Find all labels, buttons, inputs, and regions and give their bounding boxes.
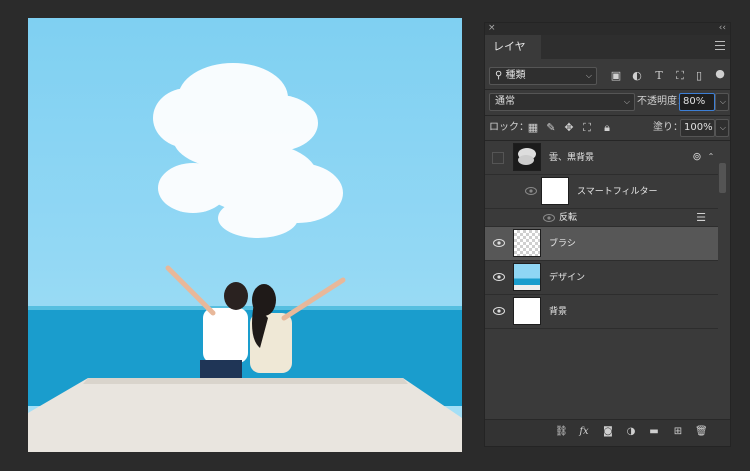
layer-thumbnail bbox=[513, 297, 541, 325]
search-icon: ⚲ bbox=[495, 70, 503, 81]
layer-name: ブラシ bbox=[549, 239, 576, 249]
smart-object-filter-icon[interactable]: ▯ bbox=[693, 70, 705, 82]
layers-bottom-toolbar: ⛓ fx ◙ ◑ ▬ ⊞ 🗑︎ bbox=[485, 419, 730, 446]
folder-icon[interactable]: ▬ bbox=[648, 426, 660, 438]
chevron-up-icon[interactable]: ⌃ bbox=[705, 151, 717, 163]
layer-thumbnail bbox=[513, 143, 541, 171]
eye-icon[interactable] bbox=[493, 272, 505, 282]
chevron-down-icon: ⌵ bbox=[719, 123, 726, 132]
chevron-down-icon: ⌵ bbox=[623, 97, 630, 106]
chevron-down-icon: ⌵ bbox=[585, 71, 592, 80]
lock-transparent-icon[interactable]: ▦ bbox=[527, 122, 539, 134]
adjustment-icon[interactable]: ◑ bbox=[625, 426, 637, 438]
layer-thumbnail bbox=[513, 263, 541, 291]
blend-mode-value: 通常 bbox=[495, 96, 515, 107]
filter-mask-thumbnail bbox=[541, 177, 569, 205]
document-canvas[interactable] bbox=[28, 18, 462, 452]
layer-name: デザイン bbox=[549, 273, 586, 283]
opacity-input[interactable]: 80% bbox=[679, 93, 715, 111]
layer-name: 背景 bbox=[549, 307, 568, 317]
layer-row-cloud[interactable]: 雲、黒背景 ⊚ ⌃ bbox=[485, 141, 718, 175]
type-filter-icon[interactable]: T bbox=[653, 70, 665, 82]
lock-position-icon[interactable]: ✥ bbox=[563, 122, 575, 134]
tab-layers[interactable]: レイヤー bbox=[485, 35, 541, 77]
close-panel-button[interactable]: × bbox=[488, 23, 496, 33]
layers-scrollbar[interactable] bbox=[718, 143, 728, 333]
blend-mode-dropdown[interactable]: 通常 ⌵ bbox=[489, 93, 635, 111]
filter-row: ⚲ 種類 ⌵ ▣ ◐ T ⛶ ▯ ● bbox=[485, 65, 730, 87]
trash-icon[interactable]: 🗑︎ bbox=[695, 426, 708, 438]
opacity-dropdown-button[interactable]: ⌵ bbox=[715, 93, 729, 111]
fill-input[interactable]: 100% bbox=[680, 119, 715, 137]
new-layer-icon[interactable]: ⊞ bbox=[672, 426, 684, 438]
layer-name: 反転 bbox=[559, 213, 578, 223]
lock-brush-icon[interactable]: ✎ bbox=[545, 122, 557, 134]
mask-icon[interactable]: ◙ bbox=[602, 426, 614, 438]
eye-icon[interactable] bbox=[543, 213, 555, 223]
layer-thumbnail bbox=[513, 229, 541, 257]
filter-options-icon[interactable]: ☰ bbox=[695, 212, 707, 224]
eye-icon[interactable] bbox=[525, 186, 537, 196]
pixel-filter-icon[interactable]: ▣ bbox=[610, 70, 622, 82]
adjustment-filter-icon[interactable]: ◐ bbox=[631, 70, 643, 82]
fill-label: 塗り： bbox=[653, 122, 683, 133]
layer-row-brush[interactable]: ブラシ bbox=[485, 227, 718, 261]
eye-icon[interactable] bbox=[493, 306, 505, 316]
visibility-toggle-off[interactable] bbox=[492, 152, 504, 164]
blend-row: 通常 ⌵ 不透明度： 80% ⌵ bbox=[485, 91, 730, 113]
filter-kind-label: 種類 bbox=[505, 70, 526, 81]
lock-artboard-icon[interactable]: ⛶ bbox=[581, 122, 593, 134]
panel-topbar: × ‹‹ bbox=[485, 23, 730, 35]
eye-icon[interactable] bbox=[493, 238, 505, 248]
chevron-down-icon: ⌵ bbox=[719, 97, 726, 106]
fill-dropdown-button[interactable]: ⌵ bbox=[715, 119, 729, 137]
lock-all-icon[interactable]: 🔒︎ bbox=[601, 122, 613, 134]
panel-menu-icon[interactable] bbox=[715, 41, 725, 51]
panel-tabs: レイヤー bbox=[485, 35, 730, 77]
filter-toggle-icon[interactable]: ● bbox=[714, 68, 726, 80]
smart-object-icon: ⊚ bbox=[692, 150, 702, 163]
lock-row: ロック： ▦ ✎ ✥ ⛶ 🔒︎ 塗り： 100% ⌵ bbox=[485, 117, 730, 139]
layer-name: スマートフィルター bbox=[577, 187, 658, 197]
layers-panel: × ‹‹ レイヤー ⚲ 種類 ⌵ ▣ ◐ T ⛶ ▯ ● 通常 ⌵ 不透明度： … bbox=[484, 22, 731, 447]
shape-filter-icon[interactable]: ⛶ bbox=[674, 70, 686, 82]
fx-icon[interactable]: fx bbox=[578, 426, 590, 438]
canvas-image bbox=[28, 63, 462, 452]
lock-label: ロック： bbox=[489, 122, 529, 133]
layer-row-design[interactable]: デザイン bbox=[485, 261, 718, 295]
filter-kind-dropdown[interactable]: ⚲ 種類 ⌵ bbox=[489, 67, 597, 85]
layer-row-background[interactable]: 背景 bbox=[485, 295, 718, 329]
collapse-panel-button[interactable]: ‹‹ bbox=[719, 23, 726, 33]
layer-name: 雲、黒背景 bbox=[549, 153, 595, 163]
link-icon[interactable]: ⛓ bbox=[555, 426, 568, 438]
filter-item-row[interactable]: 反転 ☰ bbox=[485, 209, 718, 227]
smart-filter-row[interactable]: スマートフィルター bbox=[485, 175, 718, 209]
